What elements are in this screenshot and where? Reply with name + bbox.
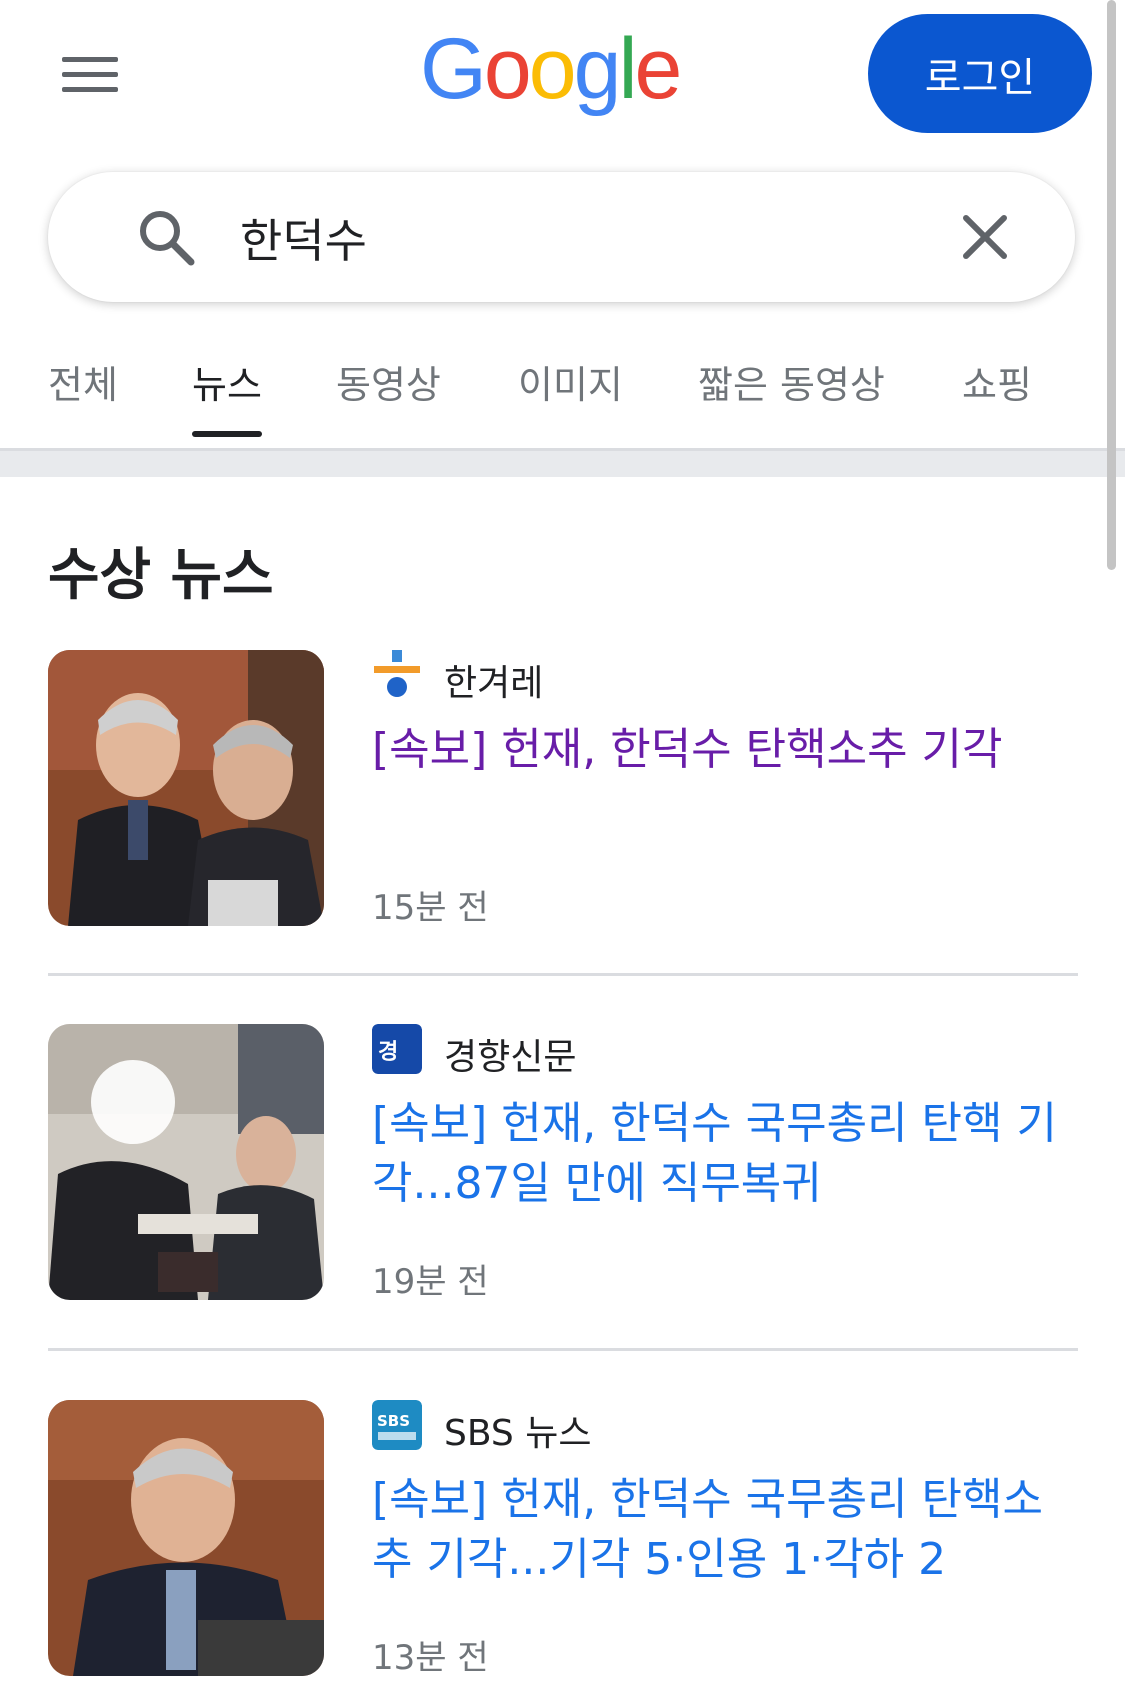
hankyoreh-logo (374, 650, 420, 697)
svg-text:경: 경 (378, 1040, 398, 1065)
news-source: 한겨레 (444, 663, 544, 704)
tab-shopping[interactable]: 쇼핑 (962, 354, 1032, 409)
google-logo[interactable]: Google (420, 26, 700, 126)
divider (48, 1348, 1078, 1351)
divider (48, 973, 1078, 976)
sbs-news-logo: SBS (372, 1400, 422, 1450)
tab-images[interactable]: 이미지 (518, 354, 623, 409)
news-headline[interactable]: [속보] 헌재, 한덕수 탄핵소추 기각 (372, 720, 1078, 780)
svg-text:SBS: SBS (377, 1412, 410, 1430)
news-item[interactable]: 경 경향신문 [속보] 헌재, 한덕수 국무총리 탄핵 기각...87일 만에 … (48, 1024, 1078, 1302)
news-timestamp: 19분 전 (372, 1262, 489, 1302)
news-item[interactable]: SBS SBS 뉴스 [속보] 헌재, 한덕수 국무총리 탄핵소추 기각...기… (48, 1400, 1078, 1678)
login-button[interactable]: 로그인 (868, 14, 1092, 133)
news-headline[interactable]: [속보] 헌재, 한덕수 국무총리 탄핵 기각...87일 만에 직무복귀 (372, 1094, 1078, 1214)
section-separator (0, 451, 1125, 477)
scrollbar[interactable] (1107, 0, 1116, 570)
svg-text:Google: Google (420, 26, 680, 117)
header: Google 로그인 (0, 0, 1125, 150)
tab-videos[interactable]: 동영상 (336, 354, 441, 409)
news-timestamp: 13분 전 (372, 1638, 489, 1678)
news-headline[interactable]: [속보] 헌재, 한덕수 국무총리 탄핵소추 기각...기각 5·인용 1·각하… (372, 1470, 1078, 1590)
close-icon[interactable] (958, 210, 1012, 264)
kyunghyang-logo: 경 (372, 1024, 422, 1074)
news-source: SBS 뉴스 (444, 1413, 592, 1454)
search-icon[interactable] (136, 207, 196, 267)
news-thumbnail[interactable] (48, 1024, 324, 1300)
news-timestamp: 15분 전 (372, 888, 489, 928)
news-item[interactable]: 한겨레 [속보] 헌재, 한덕수 탄핵소추 기각 15분 전 (48, 650, 1078, 928)
tab-news[interactable]: 뉴스 (192, 354, 262, 437)
section-title: 수상 뉴스 (48, 543, 274, 608)
news-source: 경향신문 (444, 1037, 577, 1078)
news-thumbnail[interactable] (48, 1400, 324, 1676)
news-thumbnail[interactable] (48, 650, 324, 926)
menu-icon[interactable] (50, 42, 130, 106)
search-tabs: 전체 뉴스 동영상 이미지 짧은 동영상 쇼핑 (0, 330, 1125, 451)
search-input[interactable] (238, 202, 962, 274)
tab-short-videos[interactable]: 짧은 동영상 (698, 354, 885, 409)
search-box (48, 172, 1075, 302)
tab-all[interactable]: 전체 (48, 354, 118, 409)
